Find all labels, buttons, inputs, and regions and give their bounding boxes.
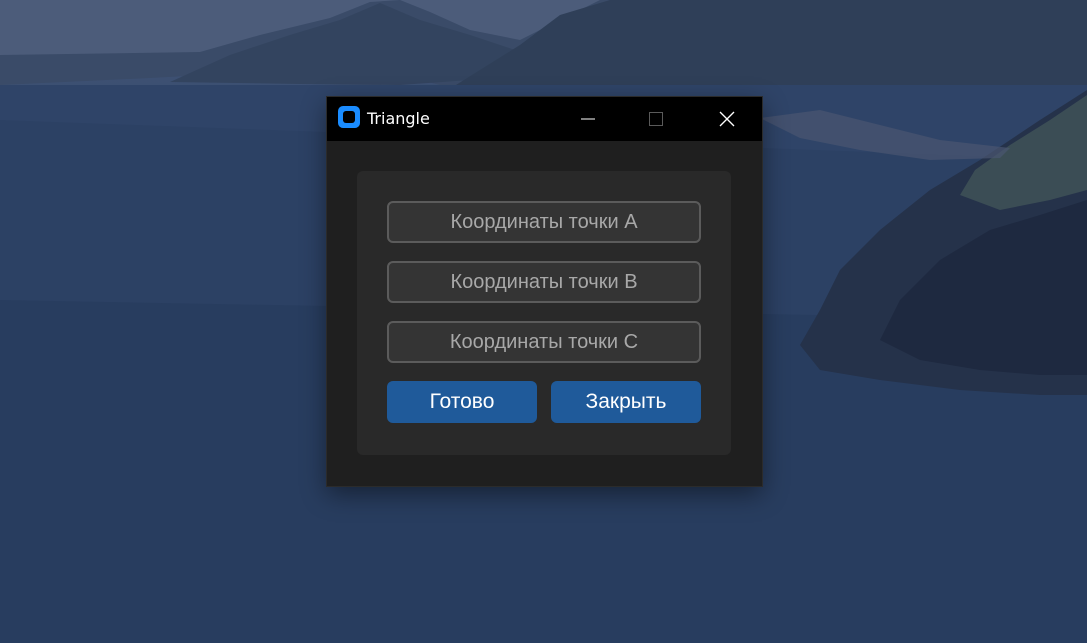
minimize-icon — [581, 118, 595, 120]
close-window-button[interactable] — [704, 97, 750, 141]
point-b-input[interactable] — [387, 261, 701, 303]
point-a-input[interactable] — [387, 201, 701, 243]
close-button[interactable]: Закрыть — [551, 381, 701, 423]
close-icon — [719, 111, 735, 127]
app-logo-icon — [338, 106, 360, 128]
point-c-input[interactable] — [387, 321, 701, 363]
window-title: Triangle — [367, 109, 430, 128]
app-window: Triangle Готово Закрыть — [327, 97, 762, 486]
maximize-button[interactable] — [633, 97, 679, 141]
minimize-button[interactable] — [565, 97, 611, 141]
form-panel: Готово Закрыть — [357, 171, 731, 455]
maximize-icon — [649, 112, 663, 126]
title-bar[interactable]: Triangle — [327, 97, 762, 141]
done-button[interactable]: Готово — [387, 381, 537, 423]
